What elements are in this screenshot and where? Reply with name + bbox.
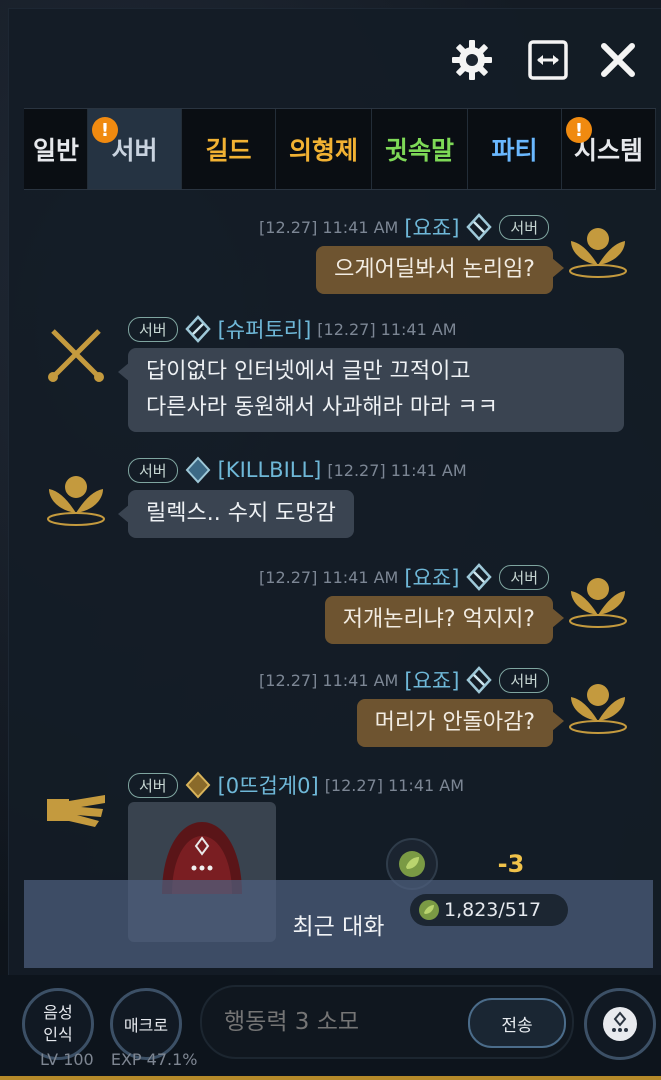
class-emblem-icon [185,456,210,484]
message-time: [12.27] 11:41 AM [259,670,399,690]
server-chip: 서버 [499,667,549,693]
sender-name[interactable]: [요죠] [404,562,459,592]
chat-bubble-other: 답이없다 인터넷에서 글만 끄적이고 다른사라 동원해서 사과해라 마라 ㅋㅋ [128,348,624,432]
sender-name[interactable]: [요죠] [404,212,459,242]
tab-guild[interactable]: 길드 [182,109,276,189]
alert-badge-icon: ! [566,117,592,143]
level-bar: LV 100 EXP 47.1% [40,1050,197,1069]
class-emblem-icon [466,563,493,591]
class-emblem-icon [184,315,211,343]
lotus-avatar-icon[interactable] [562,562,634,634]
message-text-line: 다른사라 동원해서 사과해라 마라 ㅋㅋ [146,395,498,420]
sender-name[interactable]: [요죠] [404,665,459,695]
tab-label: 서버 [111,136,158,165]
alert-badge-icon: ! [92,117,118,143]
voice-label-line1: 음성 [43,1003,73,1022]
message-time: [12.27] 11:41 AM [317,319,457,339]
chat-bubble-mine: 으게어딜봐서 논리임? [316,246,553,294]
tab-general[interactable]: 일반 [24,109,88,189]
tab-party[interactable]: 파티 [468,109,562,189]
tab-label: 귓속말 [384,136,454,165]
chat-input-box: 전송 [200,985,574,1059]
class-emblem-icon [466,666,493,694]
message-meta: 서버 [0뜨겁게0] [12.27] 11:41 AM [128,770,464,800]
chat-bubble-other: 릴렉스.. 수지 도망감 [128,490,354,538]
gear-icon [452,40,492,80]
chat-tabs: 일반 ! 서버 길드 의형제 귓속말 파티 ! 시스템 [24,108,656,190]
exp-text: EXP 47.1% [110,1050,198,1069]
message-time: [12.27] 11:41 AM [327,460,467,480]
sender-name[interactable]: [KILLBILL] [218,458,322,482]
message-time: [12.27] 11:41 AM [259,567,399,587]
tab-label: 파티 [491,136,538,165]
tab-system[interactable]: ! 시스템 [562,109,656,189]
chat-input[interactable] [222,997,466,1047]
class-emblem-icon [466,213,493,241]
lotus-avatar-icon[interactable] [562,212,634,284]
settings-button[interactable] [448,36,496,84]
message-time: [12.27] 11:41 AM [259,217,399,237]
close-button[interactable] [594,36,642,84]
send-button[interactable]: 전송 [468,998,566,1048]
server-chip: 서버 [499,214,549,240]
message-meta: 서버 [슈퍼토리] [12.27] 11:41 AM [128,314,457,344]
message-meta: [12.27] 11:41 AM [요죠] 서버 [259,212,549,242]
message-meta: 서버 [KILLBILL] [12.27] 11:41 AM [128,456,467,484]
tab-label: 의형제 [288,136,358,165]
resize-button[interactable] [524,36,572,84]
macro-label: 매크로 [123,1016,169,1035]
sender-name[interactable]: [슈퍼토리] [218,314,312,344]
tab-label: 길드 [205,136,252,165]
currency-value: 1,823/517 [444,899,542,921]
class-emblem-icon [185,771,210,799]
currency-delta: -3 [497,850,525,878]
message-meta: [12.27] 11:41 AM [요죠] 서버 [259,562,549,592]
message-time: [12.27] 11:41 AM [324,775,465,795]
crossed-swords-avatar-icon[interactable] [40,318,112,390]
server-chip: 서버 [128,772,178,798]
voice-label-line2: 인식 [43,1025,73,1044]
lotus-avatar-icon[interactable] [562,668,634,740]
tab-brotherhood[interactable]: 의형제 [276,109,372,189]
close-icon [601,43,635,77]
server-chip: 서버 [128,316,178,342]
lotus-avatar-icon[interactable] [40,460,112,532]
chat-bubble-mine: 머리가 안돌아감? [356,699,553,747]
recent-label: 최근 대화 [292,914,385,940]
tab-server[interactable]: ! 서버 [88,109,182,189]
message-meta: [12.27] 11:41 AM [요죠] 서버 [259,665,549,695]
mascot-face-icon [603,1007,637,1041]
tab-whisper[interactable]: 귓속말 [372,109,468,189]
message-text-line: 답이없다 인터넷에서 글만 끄적이고 [146,359,471,384]
sender-name[interactable]: [0뜨겁게0] [218,770,319,800]
exp-progress-line [0,1076,661,1080]
emoji-button[interactable] [584,988,656,1060]
server-chip: 서버 [499,564,549,590]
expand-horizontal-icon [528,40,568,80]
chat-bubble-mine: 저개논리냐? 억지지? [324,596,553,644]
send-label: 전송 [501,1015,533,1036]
tab-label: 일반 [32,136,79,165]
currency-counter: 1,823/517 [410,894,568,926]
server-chip: 서버 [128,457,178,483]
leaf-currency-icon [419,900,439,920]
gauntlet-avatar-icon[interactable] [40,772,112,844]
level-text: LV 100 [40,1050,94,1069]
